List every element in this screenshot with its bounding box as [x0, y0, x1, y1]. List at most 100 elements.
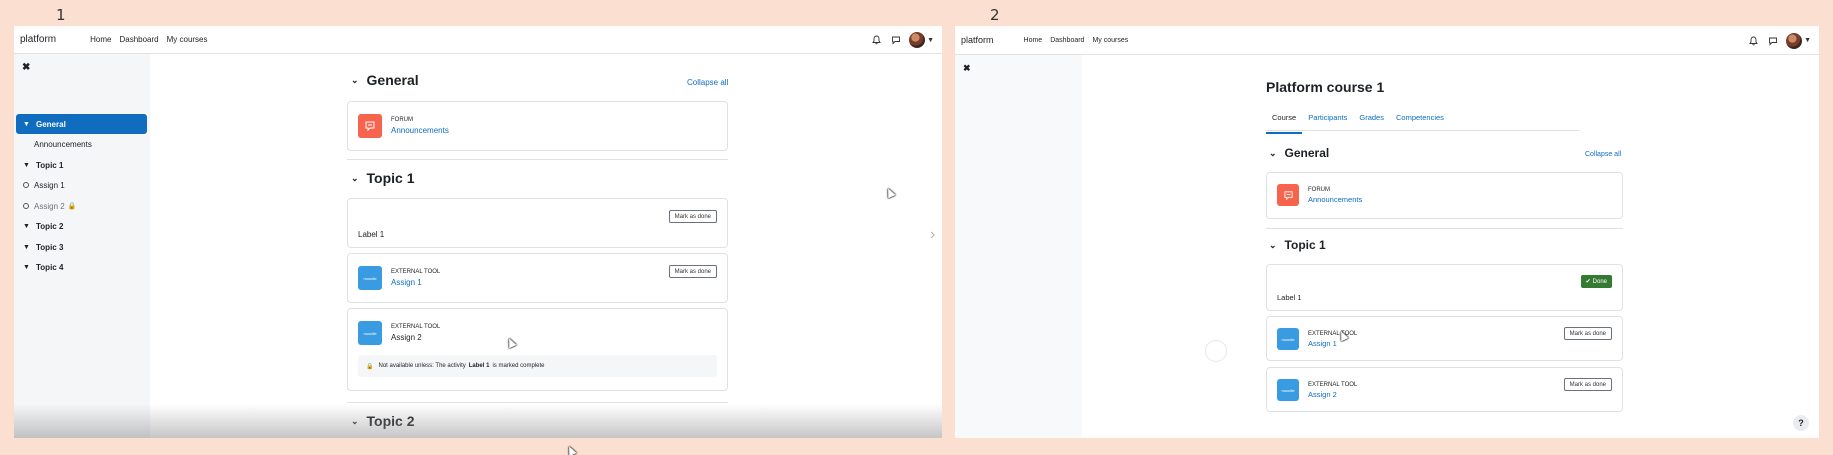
activity-link-assign-1[interactable]: Assign 1 — [1308, 339, 1337, 348]
step-number-1: 1 — [56, 6, 66, 24]
chevron-down-icon[interactable]: ▼ — [23, 162, 30, 169]
nav-my-courses[interactable]: My courses — [167, 35, 208, 44]
lock-icon: 🔒 — [67, 203, 77, 210]
completion-circle-icon — [23, 182, 29, 188]
label-1-text: Label 1 — [358, 230, 385, 239]
completion-circle-icon — [23, 203, 29, 209]
collapse-all-link[interactable]: Collapse all — [1585, 151, 1621, 158]
nav-home[interactable]: Home — [90, 35, 111, 44]
chevron-down-icon[interactable]: ▼ — [927, 37, 934, 44]
course-index-drawer: ✖ ▼ General Announcements ▼ Topic 1 Assign… — [14, 54, 150, 438]
drawer-item-topic-1[interactable]: ▼ Topic 1 — [16, 155, 147, 175]
nav-dashboard[interactable]: Dashboard — [1050, 37, 1084, 44]
bell-icon[interactable] — [1748, 35, 1759, 46]
activity-type: EXTERNAL TOOL — [1308, 382, 1358, 388]
drawer-item-topic-4[interactable]: ▼ Topic 4 — [16, 257, 147, 277]
brand-logo[interactable]: platform — [20, 34, 56, 45]
activity-type: FORUM — [391, 117, 413, 123]
chevron-down-icon[interactable]: ⌄ — [1269, 148, 1277, 159]
chevron-down-icon[interactable]: ▼ — [1804, 37, 1811, 44]
section-header-topic-2: ⌄ Topic 2 — [351, 413, 415, 429]
navbar: platform Home Dashboard My courses ▼ — [14, 26, 942, 54]
external-tool-icon: moodle — [358, 321, 382, 345]
mouse-cursor — [565, 444, 577, 455]
mouse-cursor — [884, 186, 896, 199]
chevron-down-icon[interactable]: ▼ — [23, 244, 30, 251]
chat-icon[interactable] — [890, 35, 901, 46]
label-1-text: Label 1 — [1277, 293, 1302, 302]
nav-home[interactable]: Home — [1024, 37, 1043, 44]
brand-logo[interactable]: platform — [961, 35, 994, 45]
section-header-topic-1: ⌄ Topic 1 — [1269, 238, 1326, 252]
screenshot-panel-1: platform Home Dashboard My courses ▼ ✖ ▼… — [14, 26, 942, 438]
forum-icon — [358, 114, 382, 138]
activity-card-assign-2: moodle EXTERNAL TOOL Assign 2 🔒 Not avai… — [347, 308, 728, 391]
chevron-down-icon[interactable]: ▼ — [23, 264, 30, 271]
drawer-item-general[interactable]: ▼ General — [16, 114, 147, 134]
click-indicator — [1205, 340, 1227, 362]
chevron-down-icon[interactable]: ⌄ — [351, 416, 359, 427]
external-tool-icon: moodle — [358, 266, 382, 290]
activity-card-announcements: FORUM Announcements — [347, 101, 728, 151]
chevron-down-icon[interactable]: ⌄ — [1269, 240, 1277, 251]
chevron-down-icon[interactable]: ▼ — [23, 121, 30, 128]
chevron-down-icon[interactable]: ⌄ — [351, 75, 359, 86]
activity-link-assign-2[interactable]: Assign 2 — [1308, 390, 1337, 399]
mark-as-done-button[interactable]: Mark as done — [668, 265, 717, 278]
drawer-item-announcements[interactable]: Announcements — [16, 134, 147, 154]
drawer-item-topic-3[interactable]: ▼ Topic 3 — [16, 237, 147, 257]
activity-type: EXTERNAL TOOL — [391, 269, 441, 275]
nav-dashboard[interactable]: Dashboard — [119, 35, 158, 44]
chevron-down-icon[interactable]: ▼ — [23, 223, 30, 230]
help-button[interactable]: ? — [1793, 415, 1809, 431]
drawer-item-assign-1[interactable]: Assign 1 — [16, 175, 147, 195]
collapse-all-link[interactable]: Collapse all — [687, 78, 728, 87]
restriction-notice: 🔒 Not available unless: The activity Lab… — [358, 355, 717, 377]
screenshot-panel-2: platform Home Dashboard My courses ▼ ✖ P… — [955, 26, 1819, 438]
close-icon[interactable]: ✖ — [22, 62, 30, 73]
activity-card-label-1: ✔ Done Label 1 — [1266, 264, 1623, 311]
nav-my-courses[interactable]: My courses — [1092, 37, 1128, 44]
activity-type: EXTERNAL TOOL — [391, 324, 441, 330]
forum-icon — [1277, 184, 1299, 206]
chat-icon[interactable] — [1767, 35, 1778, 46]
activity-name-assign-2: Assign 2 — [391, 333, 422, 342]
bell-icon[interactable] — [871, 35, 882, 46]
activity-card-assign-1: moodle EXTERNAL TOOL Assign 1 Mark as do… — [1266, 316, 1623, 361]
drawer-item-topic-2[interactable]: ▼ Topic 2 — [16, 216, 147, 236]
activity-card-label-1: Mark as done Label 1 — [347, 198, 728, 248]
activity-card-assign-2: moodle EXTERNAL TOOL Assign 2 Mark as do… — [1266, 367, 1623, 412]
user-avatar[interactable] — [1786, 32, 1803, 49]
activity-card-announcements: FORUM Announcements — [1266, 172, 1623, 219]
activity-link-announcements[interactable]: Announcements — [1308, 195, 1362, 204]
external-tool-icon: moodle — [1277, 328, 1299, 350]
navbar: platform Home Dashboard My courses ▼ — [955, 26, 1819, 55]
chevron-down-icon[interactable]: ⌄ — [351, 173, 359, 184]
section-divider — [347, 159, 728, 160]
activity-type: FORUM — [1308, 187, 1330, 193]
done-button[interactable]: ✔ Done — [1580, 275, 1612, 288]
activity-link-assign-1[interactable]: Assign 1 — [391, 278, 422, 287]
mark-as-done-button[interactable]: Mark as done — [668, 210, 717, 223]
section-divider — [1266, 228, 1623, 229]
scroll-fade — [14, 404, 942, 438]
user-avatar[interactable] — [909, 32, 926, 48]
activity-card-assign-1: moodle EXTERNAL TOOL Assign 1 Mark as do… — [347, 253, 728, 303]
activity-link-announcements[interactable]: Announcements — [391, 126, 449, 135]
check-icon: ✔ — [1585, 279, 1591, 285]
activity-type: EXTERNAL TOOL — [1308, 331, 1358, 337]
section-header-general: ⌄ General — [351, 72, 419, 88]
tabs-divider — [1266, 130, 1579, 131]
close-icon[interactable]: ✖ — [963, 63, 971, 74]
mark-as-done-button[interactable]: Mark as done — [1563, 378, 1612, 391]
drawer-item-assign-2[interactable]: Assign 2 🔒 — [16, 196, 147, 216]
section-header-topic-1: ⌄ Topic 1 — [351, 170, 415, 186]
chevron-right-icon[interactable]: › — [930, 226, 935, 244]
section-header-general: ⌄ General — [1269, 146, 1330, 160]
mark-as-done-button[interactable]: Mark as done — [1563, 327, 1612, 340]
lock-icon: 🔒 — [366, 363, 374, 370]
page-title: Platform course 1 — [1266, 79, 1385, 95]
restriction-activity: Label 1 — [468, 363, 490, 369]
step-number-2: 2 — [990, 6, 1000, 24]
external-tool-icon: moodle — [1277, 379, 1299, 401]
